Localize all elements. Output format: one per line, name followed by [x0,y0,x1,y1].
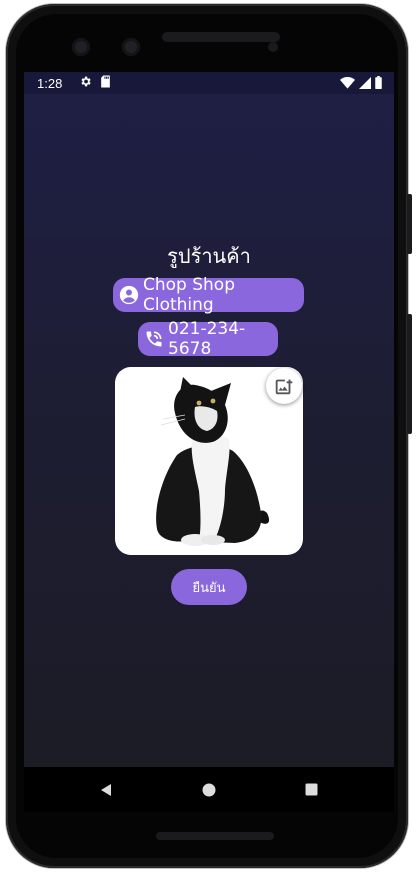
proximity-sensor [268,42,278,52]
status-right-icons [340,76,382,92]
settings-icon [79,75,92,91]
add-photo-icon [273,375,295,397]
status-left-icons [79,75,111,91]
home-icon [202,783,216,796]
signal-icon [359,76,371,92]
wifi-icon [340,76,355,92]
shop-name-text: Chop Shop Clothing [143,275,235,315]
recents-icon [305,783,317,796]
bottom-speaker [156,832,274,840]
battery-icon [375,76,382,92]
page-title: รูปร้านค้า [167,244,251,268]
navigation-bar [24,767,394,812]
shop-phone-chip[interactable]: 021-234-5678 [138,319,278,359]
add-photo-button[interactable] [266,368,302,404]
account-circle-icon [119,285,139,305]
earpiece-speaker [162,32,280,42]
front-camera-icon [72,38,90,56]
power-button [407,194,412,254]
front-camera-icon [122,38,140,56]
volume-button [407,314,412,434]
status-time: 1:28 [37,76,63,91]
sd-card-icon [100,75,111,91]
screen: 1:28 รูปร้านค้า Chop Shop Clothing 021-2… [24,72,394,812]
confirm-button[interactable]: ยืนยัน [171,569,247,605]
back-button[interactable] [76,767,136,812]
phone-in-talk-icon [144,329,164,349]
back-icon [101,783,111,796]
shop-name-chip[interactable]: Chop Shop Clothing [113,275,304,315]
status-bar: 1:28 [24,72,394,94]
shop-phone-text: 021-234-5678 [168,319,246,359]
recents-button[interactable] [281,767,341,812]
home-button[interactable] [179,767,239,812]
